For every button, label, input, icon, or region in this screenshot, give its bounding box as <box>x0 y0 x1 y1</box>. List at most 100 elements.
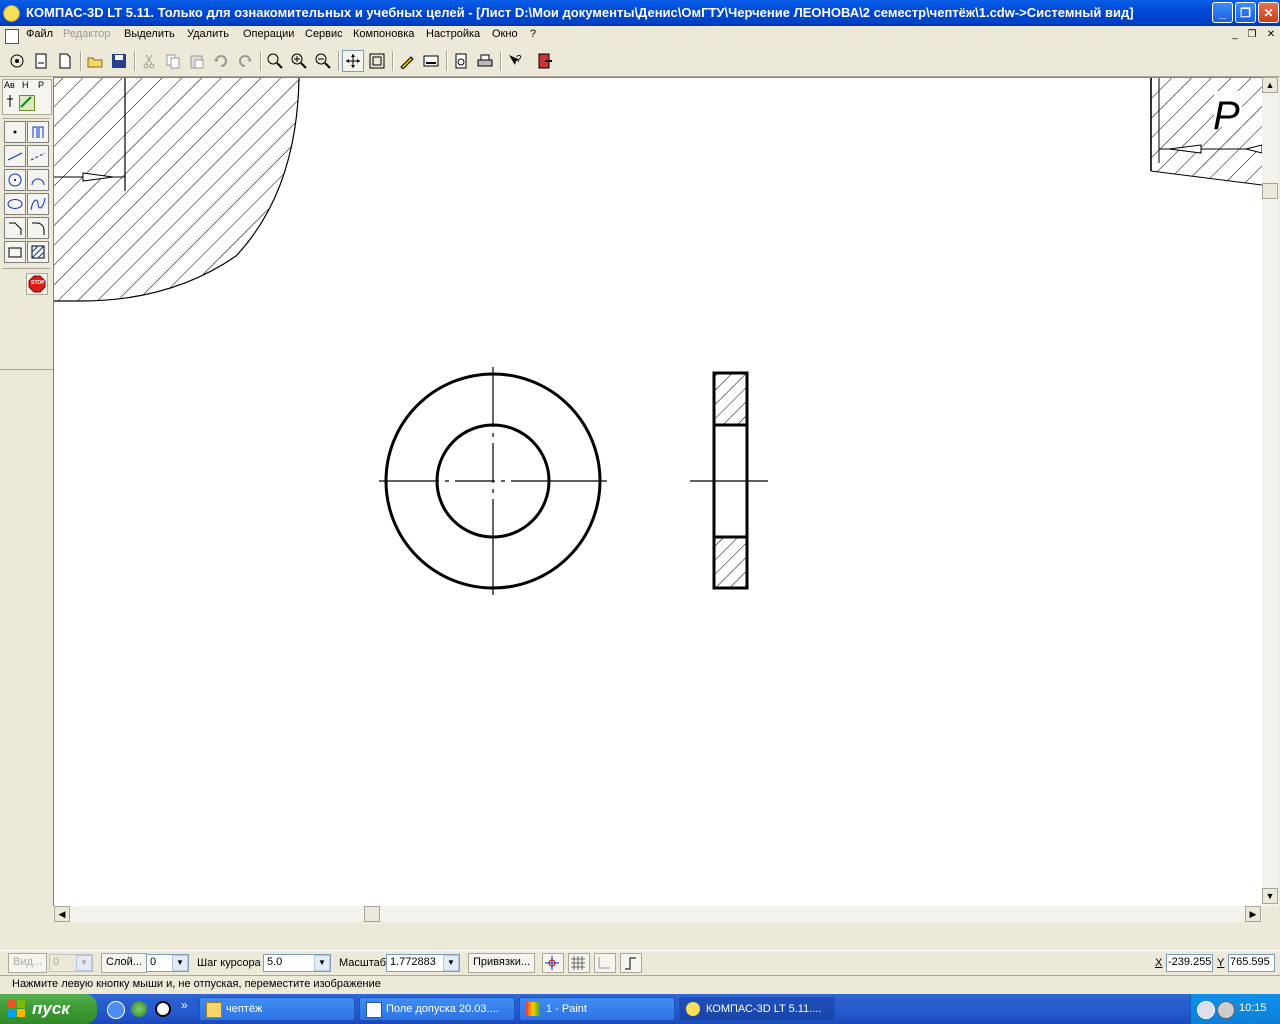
zoom-window-icon[interactable] <box>264 50 286 72</box>
y-coord-field[interactable]: 765.595 <box>1228 954 1275 972</box>
top-left-section-fragment[interactable] <box>54 78 304 308</box>
undo-icon[interactable] <box>210 50 232 72</box>
segment-tool[interactable] <box>4 145 26 167</box>
chevron-down-icon[interactable]: ▼ <box>314 955 330 971</box>
menu-settings[interactable]: Настройка <box>426 28 480 40</box>
zoom-all-icon[interactable] <box>366 50 388 72</box>
cursor-step-select[interactable]: 5.0 ▼ <box>263 954 331 972</box>
horizontal-scrollbar[interactable]: ◀ ▶ <box>53 906 1262 922</box>
auxiliary-line-tool[interactable] <box>27 121 49 143</box>
maximize-button[interactable]: ❐ <box>1235 2 1256 23</box>
task-button-folder[interactable]: чептёж <box>199 997 355 1021</box>
zoom-in-icon[interactable] <box>288 50 310 72</box>
print-icon[interactable] <box>474 50 496 72</box>
chevron-down-icon[interactable]: ▼ <box>172 955 188 971</box>
menu-operations[interactable]: Операции <box>243 28 294 40</box>
vertical-scrollbar[interactable]: ▲ ▼ <box>1262 77 1279 906</box>
hatch-tool[interactable] <box>27 241 49 263</box>
tray-expand-icon[interactable] <box>1197 1001 1215 1019</box>
top-right-section-fragment[interactable] <box>1150 78 1262 186</box>
scroll-down-arrow[interactable]: ▼ <box>1262 888 1278 904</box>
menu-window[interactable]: Окно <box>492 28 518 40</box>
geometry-tab-icon[interactable] <box>19 95 35 111</box>
document-menu-icon[interactable] <box>5 29 19 44</box>
print-preview-icon[interactable] <box>450 50 472 72</box>
new-sheet-icon[interactable] <box>6 50 28 72</box>
save-icon[interactable] <box>108 50 130 72</box>
pan-icon[interactable] <box>342 50 364 72</box>
scroll-up-arrow[interactable]: ▲ <box>1262 77 1278 93</box>
task-button-kompas[interactable]: КОМПАС-3D LT 5.11.... <box>679 997 835 1021</box>
grid-icon[interactable] <box>568 953 590 973</box>
quicklaunch-browser-icon[interactable] <box>131 1001 147 1017</box>
stop-button[interactable]: STOP <box>26 273 48 295</box>
fillet-tool[interactable] <box>27 217 49 239</box>
layer-select[interactable]: 0 ▼ <box>146 954 189 972</box>
menu-delete[interactable]: Удалить <box>187 28 229 40</box>
tab-dimensions[interactable]: Н <box>22 80 29 90</box>
exit-icon[interactable] <box>534 50 556 72</box>
view-button[interactable]: Вид... <box>8 953 48 973</box>
close-button[interactable]: ✕ <box>1258 2 1279 23</box>
local-cs-icon[interactable] <box>594 953 616 973</box>
scale-select[interactable]: 1.772883 ▼ <box>386 954 460 972</box>
clock[interactable]: 10:15 <box>1239 1002 1267 1014</box>
help-icon[interactable]: ? <box>504 50 526 72</box>
quicklaunch-more-chevron-icon[interactable]: » <box>181 998 188 1012</box>
copy-icon[interactable] <box>162 50 184 72</box>
minimize-button[interactable]: _ <box>1212 2 1233 23</box>
arc-tool[interactable] <box>27 169 49 191</box>
menu-help[interactable]: ? <box>530 28 536 40</box>
spline-tool[interactable] <box>27 193 49 215</box>
snaps-button[interactable]: Привязки... <box>468 953 536 973</box>
measure-tab-icon[interactable] <box>5 95 15 107</box>
menu-file[interactable]: Файл <box>26 28 53 40</box>
paste-icon[interactable] <box>186 50 208 72</box>
quicklaunch-app-icon[interactable] <box>107 1001 125 1019</box>
task-button-word[interactable]: Поле допуска 20.03.... <box>359 997 515 1021</box>
mdi-minimize-button[interactable]: _ <box>1227 28 1243 42</box>
cut-icon[interactable] <box>138 50 160 72</box>
mdi-restore-button[interactable]: ❐ <box>1244 28 1260 42</box>
mdi-close-button[interactable]: ✕ <box>1263 28 1279 42</box>
svg-text:?: ? <box>516 54 522 65</box>
task-button-paint[interactable]: 1 - Paint <box>519 997 675 1021</box>
new-document-icon[interactable] <box>54 50 76 72</box>
washer-side-section-view[interactable] <box>690 371 768 590</box>
title-bar[interactable]: КОМПАС-3D LT 5.11. Только для ознакомите… <box>0 0 1280 26</box>
washer-front-view[interactable] <box>379 367 607 595</box>
menu-editor[interactable]: Редактор <box>63 28 110 40</box>
ellipse-tool[interactable] <box>4 193 26 215</box>
view-select[interactable]: 0 ▼ <box>49 954 93 972</box>
scroll-right-arrow[interactable]: ▶ <box>1245 906 1261 922</box>
redo-icon[interactable] <box>234 50 256 72</box>
drawing-canvas[interactable]: Р <box>53 77 1262 907</box>
menu-select[interactable]: Выделить <box>124 28 175 40</box>
point-tool[interactable] <box>4 121 26 143</box>
ortho-mode-icon[interactable] <box>620 953 642 973</box>
snap-toggle-icon[interactable] <box>542 953 564 973</box>
zoom-out-icon[interactable] <box>312 50 334 72</box>
vertical-scroll-thumb[interactable] <box>1262 183 1278 199</box>
x-coord-field[interactable]: -239.255 <box>1166 954 1213 972</box>
chevron-down-icon[interactable]: ▼ <box>76 955 92 971</box>
tab-text[interactable]: Ав <box>4 80 15 90</box>
menu-layout[interactable]: Компоновка <box>353 28 414 40</box>
circle-tool[interactable] <box>4 169 26 191</box>
start-button[interactable]: пуск <box>0 994 97 1024</box>
menu-service[interactable]: Сервис <box>305 28 343 40</box>
properties-icon[interactable] <box>396 50 418 72</box>
chevron-down-icon[interactable]: ▼ <box>443 955 459 971</box>
open-icon[interactable] <box>84 50 106 72</box>
dashed-line-tool[interactable] <box>27 145 49 167</box>
new-fragment-icon[interactable] <box>30 50 52 72</box>
horizontal-scroll-thumb[interactable] <box>364 906 380 922</box>
tab-edit[interactable]: Р <box>38 80 44 90</box>
scroll-left-arrow[interactable]: ◀ <box>54 906 70 922</box>
chamfer-tool[interactable] <box>4 217 26 239</box>
tray-app-icon[interactable] <box>1217 1001 1235 1019</box>
layer-button[interactable]: Слой... <box>101 953 147 973</box>
rectangle-tool[interactable] <box>4 241 26 263</box>
quicklaunch-panda-icon[interactable] <box>155 1001 171 1017</box>
layers-icon[interactable] <box>420 50 442 72</box>
